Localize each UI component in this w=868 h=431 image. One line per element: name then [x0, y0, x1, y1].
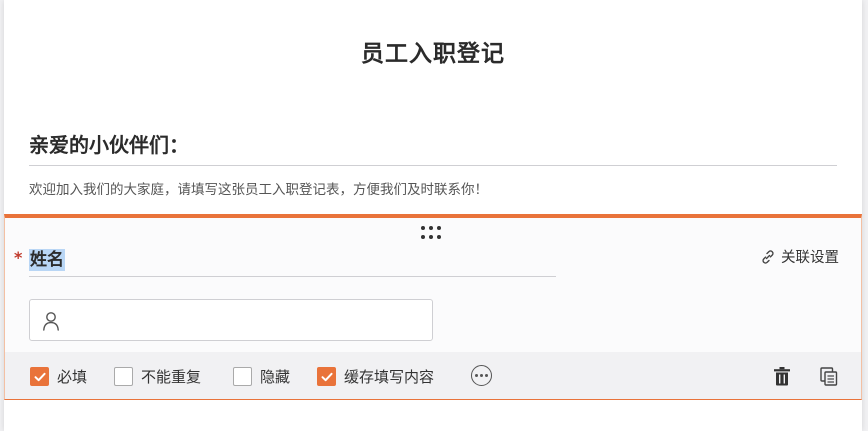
option-unique[interactable]: 不能重复: [114, 366, 201, 387]
trash-icon[interactable]: [773, 366, 791, 386]
drag-handle-icon[interactable]: [421, 226, 447, 240]
option-hidden[interactable]: 隐藏: [233, 366, 290, 387]
required-checkbox[interactable]: [30, 367, 49, 386]
name-field-card[interactable]: * 姓名 关联设置 必填 不能重复 隐藏 缓存填写内容: [4, 214, 862, 400]
checkmark-icon: [321, 372, 333, 381]
name-input[interactable]: [29, 299, 433, 341]
user-icon: [43, 312, 59, 331]
unique-checkbox[interactable]: [114, 367, 133, 386]
field-options-bar: 必填 不能重复 隐藏 缓存填写内容: [5, 352, 861, 399]
checkmark-icon: [34, 372, 46, 381]
option-cache[interactable]: 缓存填写内容: [317, 366, 434, 387]
option-label: 必填: [57, 368, 88, 386]
intro-text[interactable]: 欢迎加入我们的大家庭，请填写这张员工入职登记表，方便我们及时联系你！: [29, 178, 488, 198]
link-settings-label: 关联设置: [781, 250, 839, 266]
required-marker: *: [14, 248, 23, 267]
cache-checkbox[interactable]: [317, 367, 336, 386]
option-label: 缓存填写内容: [344, 368, 435, 386]
field-label-underline: [29, 276, 556, 277]
hidden-checkbox[interactable]: [233, 367, 252, 386]
more-options-button[interactable]: [471, 365, 492, 386]
option-required[interactable]: 必填: [30, 366, 87, 387]
link-settings-button[interactable]: 关联设置: [760, 246, 839, 267]
intro-heading[interactable]: 亲爱的小伙伴们：: [29, 129, 189, 158]
link-icon: [762, 249, 774, 264]
option-label: 隐藏: [260, 368, 291, 386]
intro-divider: [29, 165, 837, 166]
copy-icon[interactable]: [820, 367, 838, 386]
option-label: 不能重复: [141, 368, 202, 386]
form-page: 员工入职登记 亲爱的小伙伴们： 欢迎加入我们的大家庭，请填写这张员工入职登记表，…: [4, 0, 862, 431]
form-title[interactable]: 员工入职登记: [4, 34, 862, 68]
field-label[interactable]: 姓名: [29, 249, 65, 271]
